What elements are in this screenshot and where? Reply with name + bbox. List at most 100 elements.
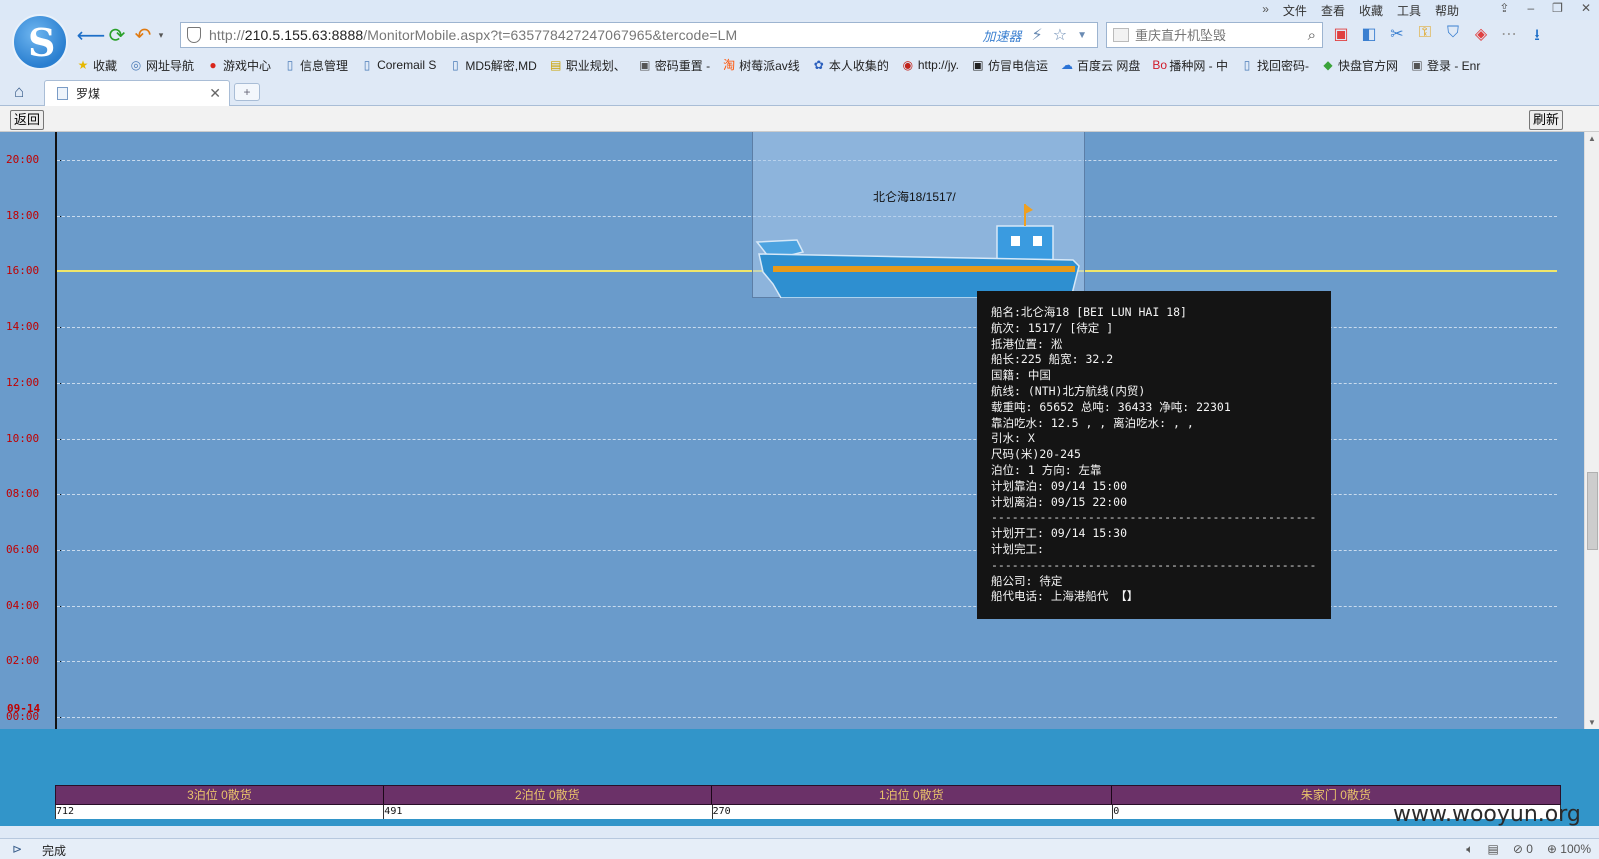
- bookmark-icon: ✿: [813, 58, 824, 72]
- home-icon[interactable]: ⌂: [14, 82, 24, 102]
- undo-icon[interactable]: ↶: [130, 23, 156, 47]
- time-tick-label: 18:00: [6, 208, 40, 222]
- tooltip-line: 引水: X: [991, 431, 1035, 446]
- undo-dropdown-icon[interactable]: ▾: [156, 23, 166, 47]
- lightning-icon[interactable]: ⚡: [1032, 25, 1043, 45]
- more-icon[interactable]: ⋯: [1500, 24, 1518, 51]
- bookmark-item[interactable]: ▯ MD5解密,MD: [448, 54, 537, 76]
- bookmark-item[interactable]: ◎ 网址导航: [129, 54, 194, 76]
- watermark: www.wooyun.org: [1393, 802, 1581, 827]
- skin-icon[interactable]: ⇪: [1499, 1, 1509, 15]
- status-bar: ⊳ 完成 🔈︎ ▤ ⊘ 0 ⊕ 100%: [0, 838, 1599, 859]
- ship-flag: [1025, 204, 1033, 214]
- bookmark-item[interactable]: ▣ 仿冒电信运: [971, 54, 1048, 76]
- bookmark-item[interactable]: ▣ 密码重置 -: [638, 54, 710, 76]
- bookmark-item[interactable]: ◆ 快盘官方网: [1321, 54, 1398, 76]
- bookmark-item[interactable]: ★ 收藏: [76, 54, 117, 76]
- bookmark-icon: ▯: [363, 58, 371, 72]
- volume-icon[interactable]: 🔈︎: [1466, 842, 1473, 857]
- time-tick-label: 14:00: [6, 320, 40, 334]
- bookmark-item[interactable]: ▯ Coremail S: [360, 54, 437, 76]
- bookmark-icon: ◉: [902, 58, 914, 72]
- vertical-scrollbar[interactable]: ▲ ▼: [1584, 132, 1599, 729]
- menu-view[interactable]: 查看: [1321, 2, 1345, 19]
- tab-title: 罗煤: [76, 87, 101, 101]
- search-engine-icon[interactable]: [1113, 28, 1129, 42]
- window-controls: ⇪ – ❐ ✕: [1499, 1, 1591, 15]
- tooltip-line: 航次: 1517/ [待定 ]: [991, 320, 1114, 335]
- tab-close-icon[interactable]: ✕: [209, 85, 221, 102]
- zoom-control[interactable]: ⊕ 100%: [1547, 842, 1591, 857]
- tooltip-line: ----------------------------------------…: [991, 510, 1317, 525]
- url-text[interactable]: http://210.5.155.63:8888/MonitorMobile.a…: [209, 27, 983, 43]
- scroll-thumb[interactable]: [1587, 472, 1598, 550]
- berth-segment[interactable]: 2泊位 0散货: [384, 786, 712, 804]
- refresh-button[interactable]: 刷新: [1528, 110, 1563, 130]
- bookmark-item[interactable]: ◉ http://jy.: [901, 54, 959, 76]
- bookmark-item[interactable]: ✿ 本人收集的: [812, 54, 889, 76]
- sidebar-icon[interactable]: ◧: [1360, 24, 1378, 51]
- menu-favorites[interactable]: 收藏: [1359, 2, 1383, 19]
- bookmark-item[interactable]: ▯ 找回密码-: [1240, 54, 1309, 76]
- menu-bar: » 文件 查看 收藏 工具 帮助: [1262, 2, 1459, 19]
- berth-scale: 712 491 270 0: [55, 805, 1561, 819]
- bookmarks-bar: ★ 收藏 ◎ 网址导航 ● 游戏中心 ▯ 信息管理 ▯ Coremail S ▯ MD5解密,MD ▤ 职…: [76, 54, 1492, 76]
- bookmark-item[interactable]: ▤ 职业规划、: [549, 54, 626, 76]
- menu-tools[interactable]: 工具: [1397, 2, 1421, 19]
- scissors-icon[interactable]: ✂: [1388, 24, 1406, 51]
- extension-icon[interactable]: ◈: [1472, 24, 1490, 51]
- back-arrow-icon[interactable]: ⟵: [77, 23, 106, 47]
- menu-overflow-icon[interactable]: »: [1262, 2, 1269, 19]
- scroll-down-icon[interactable]: ▼: [1588, 718, 1596, 727]
- bookmark-item[interactable]: Bo 播种网 - 中: [1152, 54, 1228, 76]
- sidebar-toggle-icon[interactable]: ⊳: [12, 842, 22, 856]
- bookmark-item[interactable]: 淘树莓派av线: [722, 54, 800, 76]
- bookmark-icon: ☁: [1060, 58, 1073, 72]
- menu-help[interactable]: 帮助: [1435, 2, 1459, 19]
- ship-window-right: [1033, 236, 1042, 246]
- tooltip-line: 载重吨: 65652 总吨: 36433 净吨: 22301: [991, 399, 1231, 414]
- bookmark-item[interactable]: ☁ 百度云 网盘: [1060, 54, 1140, 76]
- restore-icon[interactable]: ❐: [1552, 1, 1563, 15]
- accelerator-button[interactable]: 加速器: [983, 26, 1022, 45]
- star-icon[interactable]: ☆: [1053, 25, 1067, 45]
- tooltip-line: 国籍: 中国: [991, 368, 1051, 383]
- berth-segment[interactable]: 3泊位 0散货: [56, 786, 384, 804]
- search-icon[interactable]: ⌕: [1308, 27, 1316, 44]
- refresh-icon[interactable]: ⟳: [104, 23, 130, 47]
- bookmark-item[interactable]: ▯ 信息管理: [283, 54, 348, 76]
- download-icon[interactable]: ⭳: [1528, 24, 1546, 51]
- vessel-block[interactable]: 北仑海18/1517/: [752, 132, 1085, 298]
- key-icon[interactable]: ⚿: [1416, 24, 1434, 51]
- bookmark-icon: Bo: [1152, 58, 1168, 72]
- address-dropdown-icon[interactable]: ▼: [1077, 30, 1087, 41]
- bookmark-icon: ▣: [639, 58, 651, 72]
- bookmark-item[interactable]: ● 游戏中心: [206, 54, 271, 76]
- grid-line: [57, 717, 1557, 718]
- bookmark-icon: ▣: [972, 58, 984, 72]
- new-tab-button[interactable]: +: [234, 83, 260, 101]
- tooltip-line: 靠泊吃水: 12.5 , , 离泊吃水: , ,: [991, 415, 1194, 430]
- search-input[interactable]: [1135, 27, 1308, 43]
- toolbar-icons: ▣ ◧ ✂ ⚿ ⛉ ◈ ⋯ ⭳: [1332, 24, 1546, 51]
- screenshot-icon[interactable]: ▣: [1332, 24, 1350, 51]
- adblock-icon[interactable]: ⊘ 0: [1513, 842, 1533, 857]
- security-shield-icon[interactable]: ⛉: [1444, 24, 1462, 51]
- download-manager-icon[interactable]: ▤: [1487, 842, 1498, 857]
- bookmark-item[interactable]: ▣ 登录 - Enr: [1410, 54, 1480, 76]
- bookmark-label: 收藏: [93, 58, 118, 73]
- browser-logo[interactable]: S: [12, 14, 68, 70]
- address-bar[interactable]: http://210.5.155.63:8888/MonitorMobile.a…: [180, 22, 1098, 48]
- page-toolbar: 返回 刷新: [0, 106, 1599, 132]
- close-window-icon[interactable]: ✕: [1581, 1, 1591, 15]
- back-button[interactable]: 返回: [10, 110, 45, 130]
- menu-file[interactable]: 文件: [1283, 2, 1307, 19]
- scroll-up-icon[interactable]: ▲: [1588, 134, 1596, 143]
- tooltip-line: ----------------------------------------…: [991, 557, 1317, 572]
- bookmark-label: 本人收集的: [828, 58, 889, 73]
- scale-tick-label: 270: [712, 806, 731, 817]
- tab-active[interactable]: 罗煤 ✕: [44, 80, 230, 106]
- berth-segment[interactable]: 1泊位 0散货: [712, 786, 1112, 804]
- grid-line: [57, 605, 1557, 607]
- minimize-icon[interactable]: –: [1527, 1, 1534, 15]
